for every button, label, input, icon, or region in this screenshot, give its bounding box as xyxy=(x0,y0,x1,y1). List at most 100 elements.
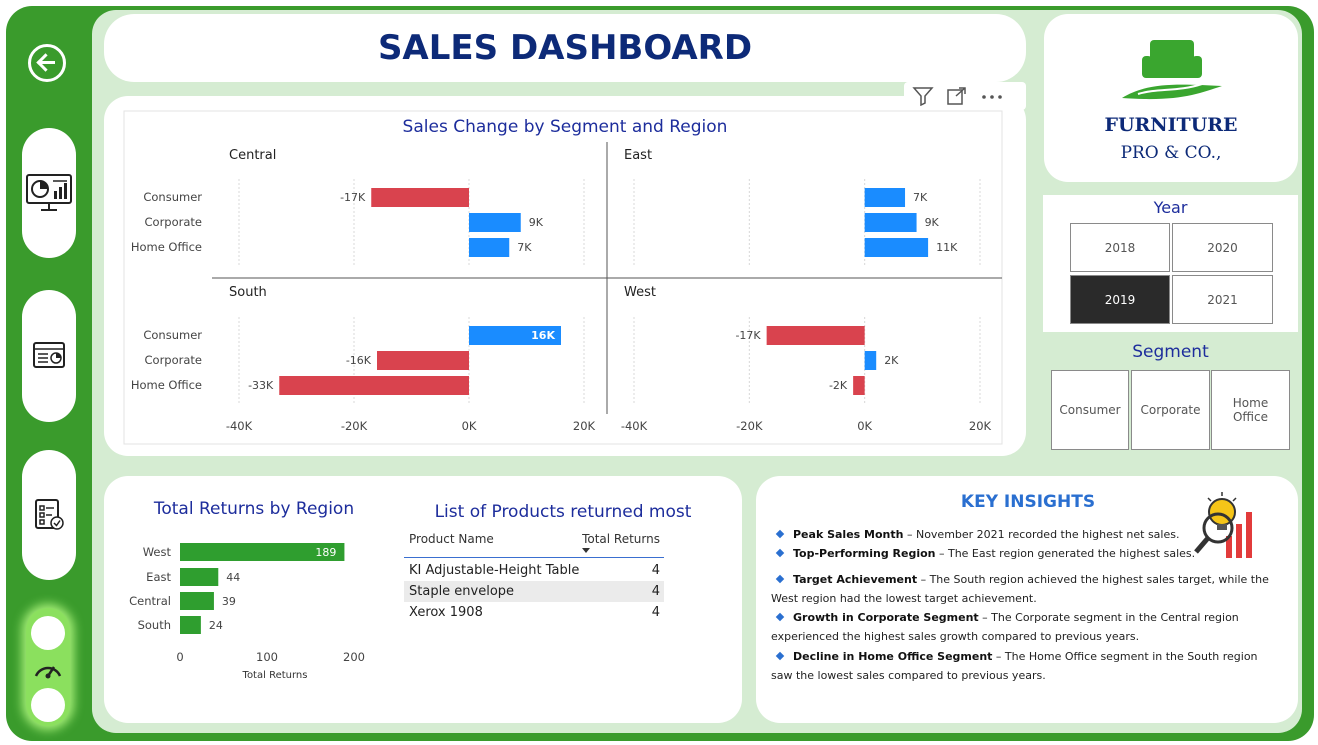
data-label: 7K xyxy=(517,241,532,254)
page-title: SALES DASHBOARD xyxy=(377,28,753,68)
data-label: -17K xyxy=(340,191,366,204)
insight-item: Top-Performing Region – The East region … xyxy=(771,544,1281,563)
category-label: Corporate xyxy=(145,353,203,367)
bullet-icon xyxy=(775,548,785,558)
data-label: -2K xyxy=(829,379,848,392)
insights-title: KEY INSIGHTS xyxy=(960,492,1096,512)
furniture-logo-icon xyxy=(1122,40,1222,100)
segment-option-home-office[interactable]: Home Office xyxy=(1211,370,1290,450)
product-name: KI Adjustable-Height Table xyxy=(409,563,580,578)
insight-item: Decline in Home Office Segment – The Hom… xyxy=(771,650,1258,682)
segment-option-corporate[interactable]: Corporate xyxy=(1131,370,1210,450)
year-option-2021[interactable]: 2021 xyxy=(1172,275,1273,324)
category-label: West xyxy=(143,545,172,559)
segment-slicer-title: Segment xyxy=(1132,342,1209,362)
data-bar xyxy=(864,188,906,207)
nav-report-button[interactable] xyxy=(22,290,76,422)
nav-dot-top[interactable] xyxy=(31,616,65,650)
data-bar xyxy=(469,213,521,232)
panel-title: West xyxy=(624,285,656,300)
data-label: 39 xyxy=(222,595,236,608)
data-label: 44 xyxy=(226,571,240,584)
data-label: 9K xyxy=(925,216,940,229)
year-option-2020[interactable]: 2020 xyxy=(1172,223,1273,272)
insight-item: Growth in Corporate Segment – The Corpor… xyxy=(771,611,1239,643)
table-row[interactable]: Staple envelope 4 xyxy=(404,581,664,602)
x-tick-label: -40K xyxy=(621,419,648,433)
data-bar xyxy=(371,188,469,207)
insight-item: Target Achievement – The South region ac… xyxy=(771,573,1269,605)
data-label: 11K xyxy=(936,241,958,254)
x-tick-label: 0K xyxy=(462,419,477,433)
product-returns: 4 xyxy=(651,605,660,620)
bullet-icon xyxy=(775,612,785,622)
data-bar xyxy=(864,213,917,232)
nav-dashboard-button[interactable] xyxy=(22,128,76,258)
segment-option-consumer[interactable]: Consumer xyxy=(1051,370,1129,450)
product-returns: 4 xyxy=(651,584,660,599)
bullet-icon xyxy=(775,651,785,661)
year-slicer-title: Year xyxy=(1153,198,1188,217)
insight-item: Peak Sales Month – November 2021 recorde… xyxy=(771,525,1281,544)
data-bar xyxy=(469,238,510,257)
nav-checklist-button[interactable] xyxy=(22,450,76,580)
table-header-divider xyxy=(404,557,664,558)
data-bar xyxy=(180,616,201,634)
sales-change-chart: Sales Change by Segment and Region Centr… xyxy=(123,110,1003,445)
panel-title: Central xyxy=(229,148,276,163)
category-label: South xyxy=(138,618,171,632)
data-bar xyxy=(180,568,219,586)
data-bar xyxy=(864,351,877,370)
x-tick-label: -20K xyxy=(341,419,368,433)
sort-desc-icon[interactable] xyxy=(582,548,590,553)
data-label: 9K xyxy=(529,216,544,229)
data-label: 2K xyxy=(884,354,899,367)
data-label: 7K xyxy=(913,191,928,204)
nav-dot-bottom[interactable] xyxy=(31,688,65,722)
product-name: Staple envelope xyxy=(409,584,515,599)
data-label: -17K xyxy=(735,329,761,342)
category-label: Corporate xyxy=(145,215,203,229)
bullet-icon xyxy=(775,529,785,539)
category-label: Consumer xyxy=(143,190,202,204)
x-tick-label: 200 xyxy=(343,650,365,664)
category-label: Home Office xyxy=(131,240,202,254)
gauge-icon[interactable] xyxy=(31,652,65,686)
returns-chart-title: Total Returns by Region xyxy=(153,499,354,519)
data-bar xyxy=(279,376,469,395)
x-tick-label: 100 xyxy=(256,650,278,664)
dashboard-monitor-icon xyxy=(26,174,72,211)
data-label: 16K xyxy=(531,329,555,342)
data-bar xyxy=(864,238,929,257)
data-bar xyxy=(766,326,865,345)
data-bar xyxy=(180,592,214,610)
table-header-returns[interactable]: Total Returns xyxy=(560,532,660,546)
category-label: East xyxy=(146,570,171,584)
product-name: Xerox 1908 xyxy=(409,605,483,620)
product-returns: 4 xyxy=(651,563,660,578)
data-label: 24 xyxy=(209,619,223,632)
year-option-2019[interactable]: 2019 xyxy=(1070,275,1170,324)
table-row[interactable]: KI Adjustable-Height Table 4 xyxy=(404,560,664,581)
dashboard-frame: SALES DASHBOARD FURNITURE PRO & CO., Yea… xyxy=(0,0,1318,745)
x-tick-label: 0 xyxy=(176,650,183,664)
logo-line2: PRO & CO., xyxy=(1120,143,1222,163)
bullet-icon xyxy=(775,574,785,584)
sales-chart-title: Sales Change by Segment and Region xyxy=(403,117,728,137)
table-row[interactable]: Xerox 1908 4 xyxy=(404,602,664,623)
data-bar xyxy=(853,376,865,395)
year-option-2018[interactable]: 2018 xyxy=(1070,223,1170,272)
returns-x-axis-label: Total Returns xyxy=(242,670,308,681)
category-label: Consumer xyxy=(143,328,202,342)
logo-line1: FURNITURE xyxy=(1104,114,1238,136)
back-arrow-icon[interactable] xyxy=(28,44,66,82)
panel-title: South xyxy=(229,285,267,300)
checklist-icon xyxy=(35,499,64,530)
products-table-title: List of Products returned most xyxy=(434,502,692,522)
table-header-product[interactable]: Product Name xyxy=(409,532,494,546)
x-tick-label: 20K xyxy=(969,419,992,433)
returns-by-region-chart: Total Returns by Region Total Returns We… xyxy=(129,499,365,681)
report-icon xyxy=(33,342,65,368)
category-label: Home Office xyxy=(131,378,202,392)
data-label: -33K xyxy=(248,379,274,392)
